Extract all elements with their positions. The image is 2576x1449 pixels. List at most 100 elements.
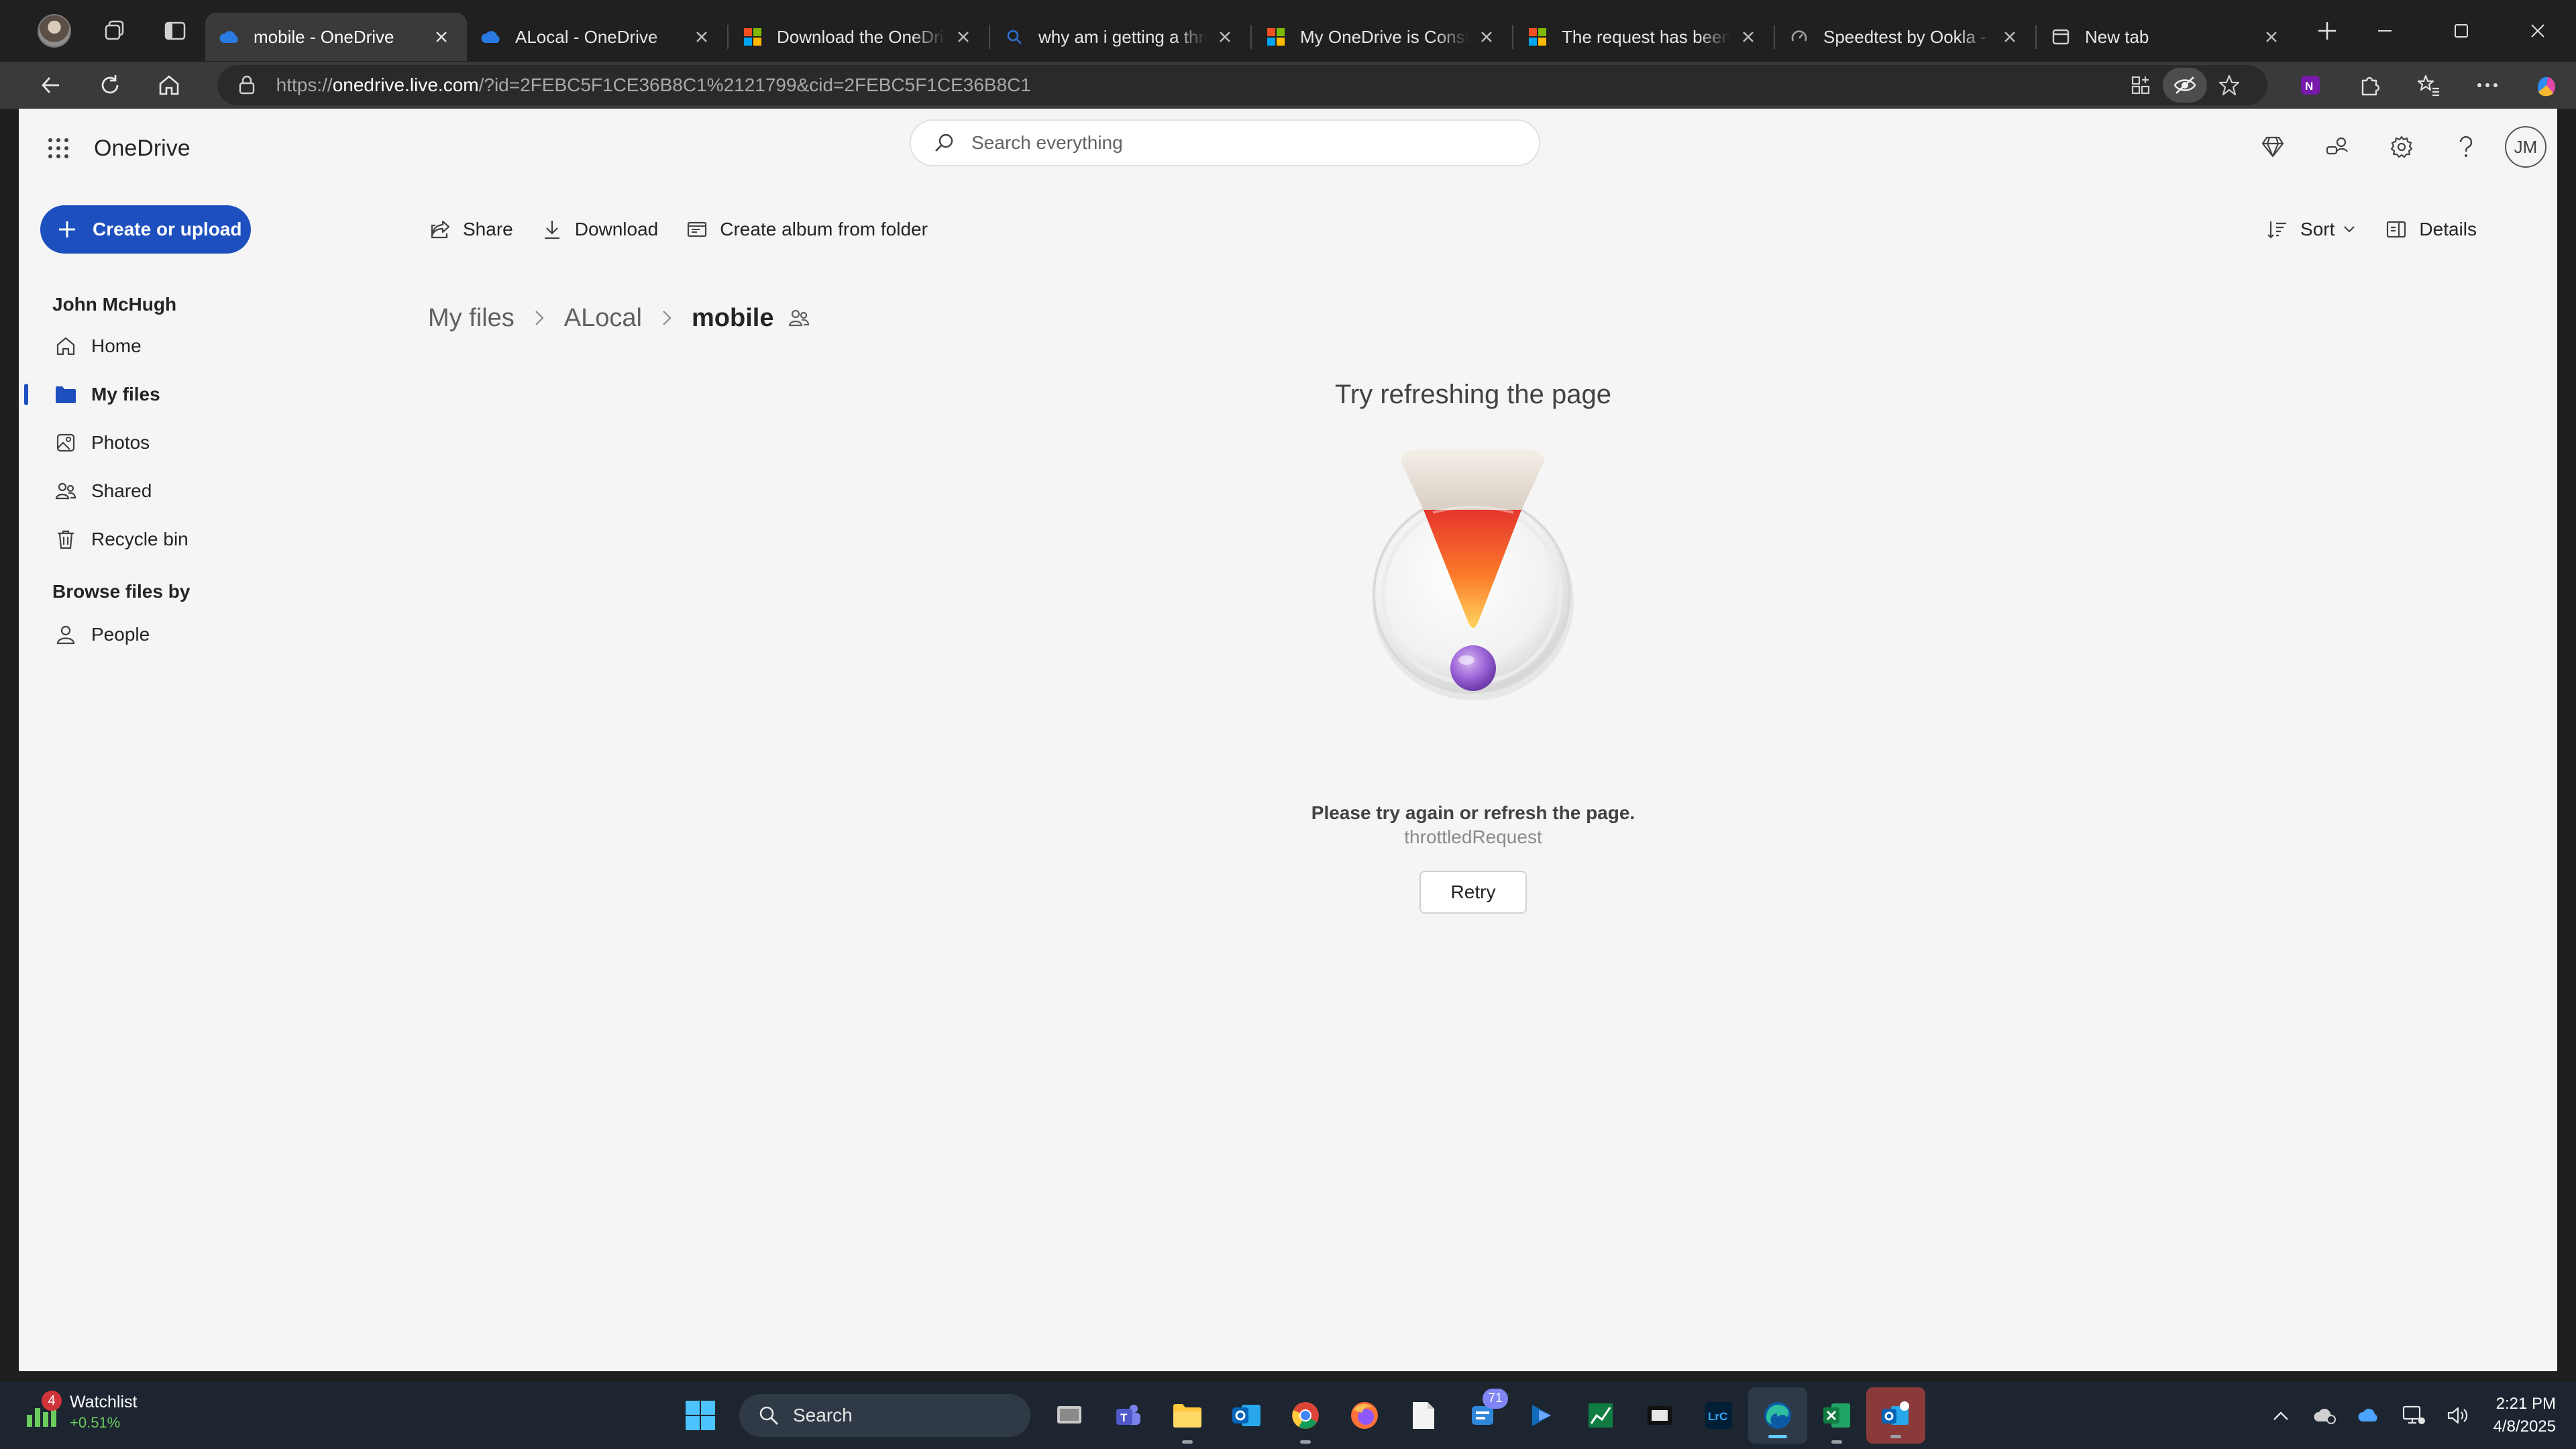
onenote-extension-icon[interactable]: N bbox=[2281, 62, 2340, 109]
notepad-icon[interactable] bbox=[1394, 1382, 1453, 1449]
premium-diamond-icon[interactable] bbox=[2241, 123, 2305, 170]
close-tab-icon[interactable] bbox=[2259, 25, 2284, 49]
tab-title: ALocal - OneDrive bbox=[515, 26, 658, 47]
nav-item-photos[interactable]: Photos bbox=[19, 419, 394, 467]
excel-icon[interactable] bbox=[1807, 1382, 1866, 1449]
app-brand[interactable]: OneDrive bbox=[94, 131, 191, 165]
app-available-icon[interactable] bbox=[2118, 68, 2163, 103]
outlook-new-icon[interactable] bbox=[1866, 1387, 1925, 1444]
favorites-list-icon[interactable] bbox=[2399, 62, 2458, 109]
favorite-star-icon[interactable] bbox=[2207, 68, 2251, 103]
file-explorer-icon[interactable] bbox=[1158, 1382, 1217, 1449]
onedrive-sync-icon[interactable] bbox=[2303, 1382, 2347, 1449]
watchlist-widget[interactable]: 4 Watchlist +0.51% bbox=[24, 1391, 137, 1433]
site-info-lock-icon[interactable] bbox=[233, 72, 260, 99]
person-icon bbox=[54, 623, 78, 647]
back-button[interactable] bbox=[21, 62, 80, 109]
create-album-button[interactable]: Create album from folder bbox=[685, 217, 928, 241]
teams-icon[interactable]: T bbox=[1099, 1382, 1158, 1449]
browser-tab[interactable]: Speedtest by Ookla - The bbox=[1775, 13, 2035, 61]
breadcrumb-item-alocal[interactable]: ALocal bbox=[564, 304, 642, 333]
share-icon bbox=[428, 217, 452, 241]
windows-logo-icon bbox=[686, 1401, 715, 1430]
user-avatar[interactable]: JM bbox=[2505, 126, 2546, 168]
firefox-icon[interactable] bbox=[1335, 1382, 1394, 1449]
nav-item-people[interactable]: People bbox=[19, 610, 394, 659]
media-app-icon[interactable] bbox=[1630, 1382, 1689, 1449]
minimize-button[interactable] bbox=[2347, 0, 2423, 62]
help-question-icon[interactable] bbox=[2434, 123, 2498, 170]
system-clock[interactable]: 2:21 PM 4/8/2025 bbox=[2480, 1393, 2576, 1438]
svg-text:LrC: LrC bbox=[1708, 1410, 1727, 1423]
refresh-icon bbox=[101, 75, 119, 94]
share-button[interactable]: Share bbox=[428, 217, 513, 241]
maximize-button[interactable] bbox=[2423, 0, 2500, 62]
create-or-upload-button[interactable]: Create or upload bbox=[40, 205, 251, 254]
close-tab-icon[interactable] bbox=[1213, 25, 1237, 49]
home-button[interactable] bbox=[140, 62, 199, 109]
app-launcher-waffle-icon[interactable] bbox=[42, 131, 75, 165]
nav-item-shared[interactable]: Shared bbox=[19, 467, 394, 515]
browser-tab[interactable]: My OneDrive is Constant bbox=[1252, 13, 1512, 61]
stock-chart-app-icon[interactable] bbox=[1571, 1382, 1630, 1449]
more-options-icon[interactable] bbox=[2458, 62, 2517, 109]
browser-tab[interactable]: mobile - OneDrive bbox=[205, 13, 467, 61]
close-tab-icon[interactable] bbox=[429, 25, 453, 49]
address-bar[interactable]: https://onedrive.live.com/?id=2FEBC5F1CE… bbox=[217, 65, 2267, 105]
browse-files-heading: Browse files by bbox=[52, 581, 191, 602]
nav-item-my-files[interactable]: My files bbox=[19, 370, 394, 419]
close-tab-icon[interactable] bbox=[1998, 25, 2022, 49]
workspaces-icon[interactable] bbox=[85, 0, 145, 62]
warning-illustration bbox=[1352, 445, 1594, 727]
speedtest-icon bbox=[1788, 26, 1810, 48]
nav-item-home[interactable]: Home bbox=[19, 322, 394, 370]
outlook-icon[interactable] bbox=[1217, 1382, 1276, 1449]
network-icon[interactable] bbox=[2392, 1382, 2436, 1449]
browser-tab[interactable]: why am i getting a thrott bbox=[990, 13, 1250, 61]
edge-browser-icon[interactable] bbox=[1748, 1387, 1807, 1444]
nav-item-label: Home bbox=[91, 335, 142, 356]
browser-tab[interactable]: New tab bbox=[2037, 13, 2297, 61]
close-window-button[interactable] bbox=[2500, 0, 2576, 62]
tracking-prevention-icon[interactable] bbox=[2163, 68, 2207, 103]
task-view-icon[interactable] bbox=[1040, 1382, 1099, 1449]
browser-tab[interactable]: ALocal - OneDrive bbox=[467, 13, 727, 61]
sort-button[interactable]: Sort bbox=[2265, 217, 2357, 241]
nav-item-label: Shared bbox=[91, 480, 152, 501]
profile-button[interactable] bbox=[24, 0, 85, 62]
close-tab-icon[interactable] bbox=[1474, 25, 1499, 49]
browser-tab[interactable]: The request has been thr bbox=[1513, 13, 1774, 61]
shared-folder-icon bbox=[787, 306, 811, 330]
download-button[interactable]: Download bbox=[540, 217, 658, 241]
share-people-icon[interactable] bbox=[2305, 123, 2369, 170]
stock-chart-icon: 4 bbox=[24, 1391, 62, 1430]
teams-chat-icon[interactable]: 71 bbox=[1453, 1382, 1512, 1449]
refresh-button[interactable] bbox=[80, 62, 140, 109]
lightroom-classic-icon[interactable]: LrC bbox=[1689, 1382, 1748, 1449]
watchlist-title: Watchlist bbox=[70, 1393, 138, 1411]
breadcrumb-item-my-files[interactable]: My files bbox=[428, 304, 515, 333]
close-tab-icon[interactable] bbox=[1736, 25, 1760, 49]
chrome-icon[interactable] bbox=[1276, 1382, 1335, 1449]
retry-button[interactable]: Retry bbox=[1419, 871, 1527, 914]
extensions-puzzle-icon[interactable] bbox=[2340, 62, 2399, 109]
details-button[interactable]: Details bbox=[2384, 217, 2477, 241]
volume-speaker-icon[interactable] bbox=[2436, 1382, 2480, 1449]
start-button[interactable] bbox=[671, 1382, 730, 1449]
search-input[interactable]: Search everything bbox=[910, 119, 1540, 166]
vertical-tabs-icon[interactable] bbox=[145, 0, 205, 62]
copilot-icon[interactable] bbox=[2517, 62, 2576, 109]
settings-gear-icon[interactable] bbox=[2369, 123, 2434, 170]
power-automate-icon[interactable] bbox=[1512, 1382, 1571, 1449]
tab-title: Speedtest by Ookla - The bbox=[1823, 26, 1992, 47]
browser-tab[interactable]: Download the OneDrive a bbox=[729, 13, 989, 61]
search-icon bbox=[757, 1403, 781, 1428]
taskbar-search[interactable]: Search bbox=[739, 1394, 1030, 1437]
download-icon bbox=[540, 217, 564, 241]
nav-item-recycle-bin[interactable]: Recycle bin bbox=[19, 515, 394, 564]
onedrive-cloud-icon[interactable] bbox=[2347, 1382, 2392, 1449]
close-tab-icon[interactable] bbox=[690, 25, 714, 49]
photos-icon bbox=[54, 431, 78, 455]
close-tab-icon[interactable] bbox=[951, 25, 975, 49]
show-hidden-icons-chevron-icon[interactable] bbox=[2259, 1382, 2303, 1449]
